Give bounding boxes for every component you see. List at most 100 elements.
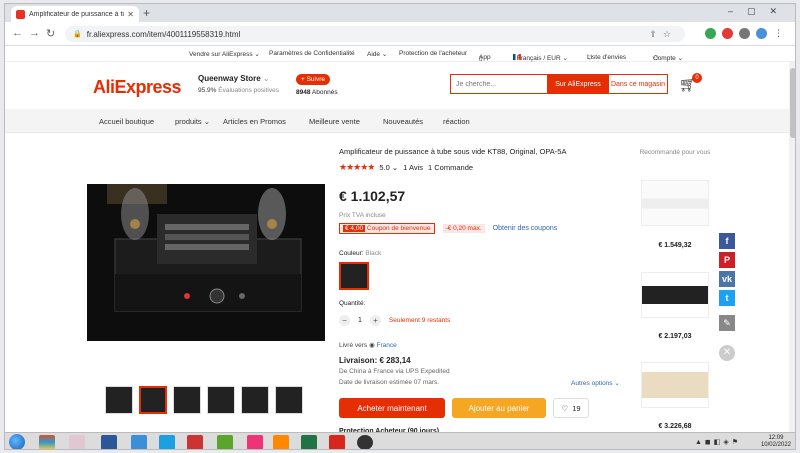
nav-store-home[interactable]: Accueil boutique — [99, 117, 154, 126]
aliexpress-top-strip: Vendre sur AliExpress ⌄ Paramètres de Co… — [5, 46, 795, 62]
get-coupons-link[interactable]: Obtenir des coupons — [493, 225, 558, 232]
subscribers-count: 8948 Abonnés — [296, 89, 338, 96]
follow-button[interactable]: + Suivre — [296, 74, 331, 85]
recommended-item[interactable] — [641, 362, 709, 408]
extensions: ⋮ — [705, 28, 784, 39]
spiral-app-icon[interactable] — [217, 435, 233, 449]
browser-tab-bar: Amplificateur de puissance à tube ✕ + –▢… — [5, 4, 795, 22]
add-to-cart-button[interactable]: Ajouter au panier — [452, 398, 546, 418]
review-count[interactable]: 1 Avis — [403, 163, 423, 172]
coupons-row: € 4,00 Coupon de bienvenue -€ 0,20 max. … — [339, 223, 557, 234]
search-aliexpress-button[interactable]: Sur AliExpress — [547, 75, 609, 93]
page-scrollbar[interactable] — [789, 62, 795, 434]
puzzle-icon[interactable] — [739, 28, 750, 39]
wishlist-button[interactable]: ♡ 19 — [553, 398, 589, 418]
start-button-icon[interactable] — [9, 434, 25, 449]
thumbnail[interactable] — [241, 386, 269, 414]
nav-products[interactable]: produits ⌄ — [175, 117, 210, 126]
edit-icon[interactable]: ✎ — [719, 315, 735, 331]
close-tab-icon[interactable]: ✕ — [127, 10, 134, 19]
extension-red-icon[interactable] — [722, 28, 733, 39]
twitter-icon[interactable]: t — [719, 290, 735, 306]
help-link[interactable]: Aide ⌄ — [367, 50, 387, 58]
aliexpress-logo[interactable]: AliExpress — [93, 77, 182, 98]
decrease-qty-button[interactable]: − — [339, 315, 350, 326]
vk-icon[interactable]: vk — [719, 271, 735, 287]
buyer-protection-link[interactable]: Protection de l'acheteur — [399, 50, 467, 57]
windows-taskbar: ▲◼◧◈⚑ 12:09 10/02/2022 — [5, 432, 795, 449]
color-swatch-black[interactable] — [339, 262, 369, 290]
menu-kebab-icon[interactable]: ⋮ — [773, 28, 784, 39]
thumbnail[interactable] — [207, 386, 235, 414]
locale-label: / Français / EUR ⌄ — [513, 55, 568, 62]
quantity-label: Quantité: — [339, 300, 366, 307]
reload-icon[interactable]: ↻ — [46, 27, 55, 40]
tab-title: Amplificateur de puissance à tube — [29, 10, 125, 18]
welcome-coupon[interactable]: € 4,00 Coupon de bienvenue — [339, 223, 435, 234]
winrar-icon[interactable] — [39, 435, 55, 449]
window-controls[interactable]: –▢✕ — [728, 6, 791, 17]
rating-row: ★★★★★ 5.0 ⌄ 1 Avis 1 Commande — [339, 162, 473, 173]
wish-count: 19 — [572, 403, 581, 413]
url-field[interactable]: 🔒 fr.aliexpress.com/item/4001119558319.h… — [65, 26, 685, 42]
nav-best-sellers[interactable]: Meilleure vente — [309, 117, 360, 126]
new-tab-icon[interactable]: + — [143, 6, 150, 20]
recommended-item[interactable] — [641, 180, 709, 226]
pinterest-icon[interactable]: P — [719, 252, 735, 268]
vlc-icon[interactable] — [273, 435, 289, 449]
url-text: fr.aliexpress.com/item/4001119558319.htm… — [86, 29, 241, 39]
location-pin-icon: ◉ — [369, 342, 375, 349]
thumbnail[interactable] — [173, 386, 201, 414]
nav-feedback[interactable]: réaction — [443, 117, 470, 126]
thumbnail-selected[interactable] — [139, 386, 167, 414]
discount-coupon[interactable]: -€ 0,20 max. — [442, 224, 485, 233]
profile-avatar-icon[interactable] — [756, 28, 767, 39]
ship-to[interactable]: Livré vers ◉ France — [339, 341, 397, 349]
thumbnail[interactable] — [275, 386, 303, 414]
chrome-icon[interactable] — [357, 435, 373, 449]
increase-qty-button[interactable]: + — [369, 315, 381, 326]
store-name[interactable]: Queenway Store ⌄ — [198, 74, 279, 83]
nav-new-arrivals[interactable]: Nouveautés — [383, 117, 423, 126]
share-star-icons[interactable]: ⇪☆ — [649, 29, 677, 40]
thumbnail[interactable] — [105, 386, 133, 414]
delivery-route: De China à France via UPS Expedited — [339, 368, 450, 375]
word-icon[interactable] — [101, 435, 117, 449]
excel-icon[interactable] — [301, 435, 317, 449]
acrobat-icon[interactable] — [329, 435, 345, 449]
paint-icon[interactable] — [247, 435, 263, 449]
facebook-icon[interactable]: f — [719, 233, 735, 249]
calculator-icon[interactable] — [131, 435, 147, 449]
clock-date: 10/02/2022 — [760, 442, 791, 448]
filezilla-icon[interactable] — [187, 435, 203, 449]
close-share-icon[interactable]: ✕ — [719, 345, 735, 361]
system-tray-icons[interactable]: ▲◼◧◈⚑ — [695, 438, 741, 446]
delivery-date: Date de livraison estimée 07 mars. — [339, 379, 440, 386]
nav-promos[interactable]: Articles en Promos — [223, 117, 286, 126]
privacy-link[interactable]: Paramètres de Confidentialité — [269, 50, 355, 57]
search-input[interactable] — [451, 75, 547, 93]
browser-tab[interactable]: Amplificateur de puissance à tube ✕ — [11, 6, 139, 22]
clock[interactable]: 12:09 10/02/2022 — [761, 435, 791, 449]
app-icon[interactable] — [69, 435, 85, 449]
recommended-price: € 2.197,03 — [658, 333, 692, 340]
stock-note: Seulement 9 restants — [388, 317, 451, 324]
rating-value[interactable]: 5.0 ⌄ — [379, 163, 398, 172]
cyan-app-icon[interactable] — [159, 435, 175, 449]
product-title: Amplificateur de puissance à tube sous v… — [339, 147, 567, 156]
product-main-image[interactable] — [87, 184, 325, 341]
quantity-value[interactable]: 1 — [358, 317, 362, 324]
extension-green-icon[interactable] — [705, 28, 716, 39]
product-price: € 1.102,57 — [339, 188, 406, 204]
lock-icon: 🔒 — [73, 31, 82, 38]
store-info: Queenway Store ⌄ 95.9% Évaluations posit… — [198, 74, 279, 94]
forward-icon[interactable]: → — [29, 27, 40, 39]
scrollbar-thumb[interactable] — [790, 68, 795, 138]
buy-now-button[interactable]: Acheter maintenant — [339, 398, 445, 418]
more-shipping-options[interactable]: Autres options ⌄ — [571, 379, 620, 387]
recommended-item[interactable] — [641, 272, 709, 318]
search-store-button[interactable]: Dans ce magasin — [609, 75, 667, 93]
recommended-price: € 1.549,32 — [658, 242, 692, 249]
sell-link[interactable]: Vendre sur AliExpress ⌄ — [189, 50, 260, 58]
back-icon[interactable]: ← — [12, 27, 23, 39]
